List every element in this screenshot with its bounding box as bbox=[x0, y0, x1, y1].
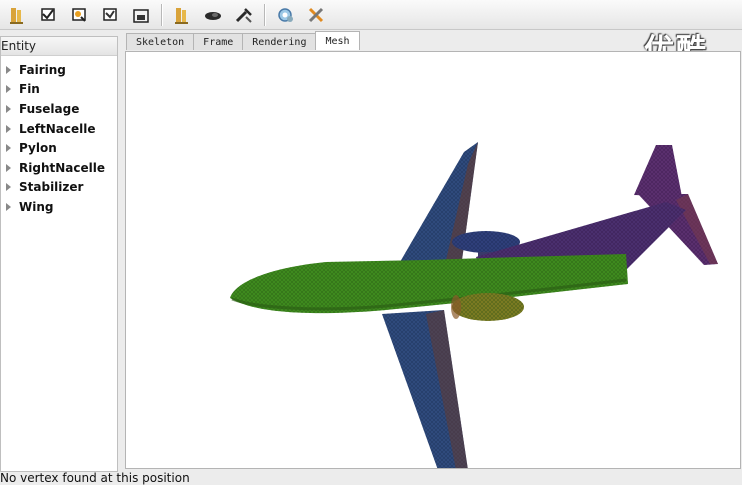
toolbar-separator bbox=[161, 3, 163, 26]
expand-arrow-icon[interactable] bbox=[6, 163, 11, 172]
lower-wing-mesh bbox=[382, 310, 468, 468]
print-icon[interactable] bbox=[37, 4, 59, 26]
entity-item-label: Fin bbox=[19, 82, 40, 97]
tab-rendering[interactable]: Rendering bbox=[242, 33, 317, 50]
entity-tree: Fairing Fin Fuselage LeftNacelle Pylon R… bbox=[1, 56, 117, 217]
entity-item-stabilizer[interactable]: Stabilizer bbox=[1, 178, 117, 198]
expand-arrow-icon[interactable] bbox=[6, 85, 11, 94]
expand-arrow-icon[interactable] bbox=[6, 104, 11, 113]
entity-item-rightnacelle[interactable]: RightNacelle bbox=[1, 158, 117, 178]
tool-icon[interactable] bbox=[233, 4, 255, 26]
tab-frame[interactable]: Frame bbox=[193, 33, 244, 50]
entity-item-label: Fuselage bbox=[19, 101, 80, 116]
entity-item-leftnacelle[interactable]: LeftNacelle bbox=[1, 119, 117, 139]
vertical-fin-mesh bbox=[634, 145, 682, 197]
tab-mesh[interactable]: Mesh bbox=[315, 31, 360, 50]
entity-item-label: RightNacelle bbox=[19, 160, 105, 175]
entity-item-label: Wing bbox=[19, 199, 54, 214]
print-setup-icon[interactable] bbox=[99, 4, 121, 26]
entity-item-fairing[interactable]: Fairing bbox=[1, 60, 117, 80]
expand-arrow-icon[interactable] bbox=[6, 65, 11, 74]
status-bar: No vertex found at this position bbox=[0, 472, 742, 485]
entity-item-fin[interactable]: Fin bbox=[1, 80, 117, 100]
mesh-viewport[interactable] bbox=[125, 51, 741, 469]
entity-item-label: Fairing bbox=[19, 62, 66, 77]
open-folder-icon[interactable] bbox=[6, 4, 28, 26]
expand-arrow-icon[interactable] bbox=[6, 202, 11, 211]
close-tools-icon[interactable] bbox=[305, 4, 327, 26]
toolbar-separator bbox=[264, 3, 266, 26]
entity-item-pylon[interactable]: Pylon bbox=[1, 138, 117, 158]
open-model-icon[interactable] bbox=[171, 4, 193, 26]
fuselage-mesh bbox=[230, 254, 628, 314]
entity-item-label: Pylon bbox=[19, 141, 57, 156]
expand-arrow-icon[interactable] bbox=[6, 124, 11, 133]
expand-arrow-icon[interactable] bbox=[6, 183, 11, 192]
view-icon[interactable] bbox=[202, 4, 224, 26]
expand-arrow-icon[interactable] bbox=[6, 144, 11, 153]
save-icon[interactable] bbox=[130, 4, 152, 26]
view-tabs: Skeleton Frame Rendering Mesh bbox=[126, 31, 360, 51]
entity-item-wing[interactable]: Wing bbox=[1, 197, 117, 217]
print-preview-icon[interactable] bbox=[68, 4, 90, 26]
entity-panel-header: Entity bbox=[1, 37, 117, 56]
entity-panel: Entity Fairing Fin Fuselage LeftNacelle … bbox=[0, 36, 118, 472]
tab-skeleton[interactable]: Skeleton bbox=[126, 33, 195, 50]
entity-item-label: LeftNacelle bbox=[19, 121, 96, 136]
toolbar bbox=[0, 0, 742, 30]
entity-item-fuselage[interactable]: Fuselage bbox=[1, 99, 117, 119]
aircraft-mesh-render bbox=[230, 142, 718, 468]
settings-icon[interactable] bbox=[274, 4, 296, 26]
entity-item-label: Stabilizer bbox=[19, 180, 84, 195]
